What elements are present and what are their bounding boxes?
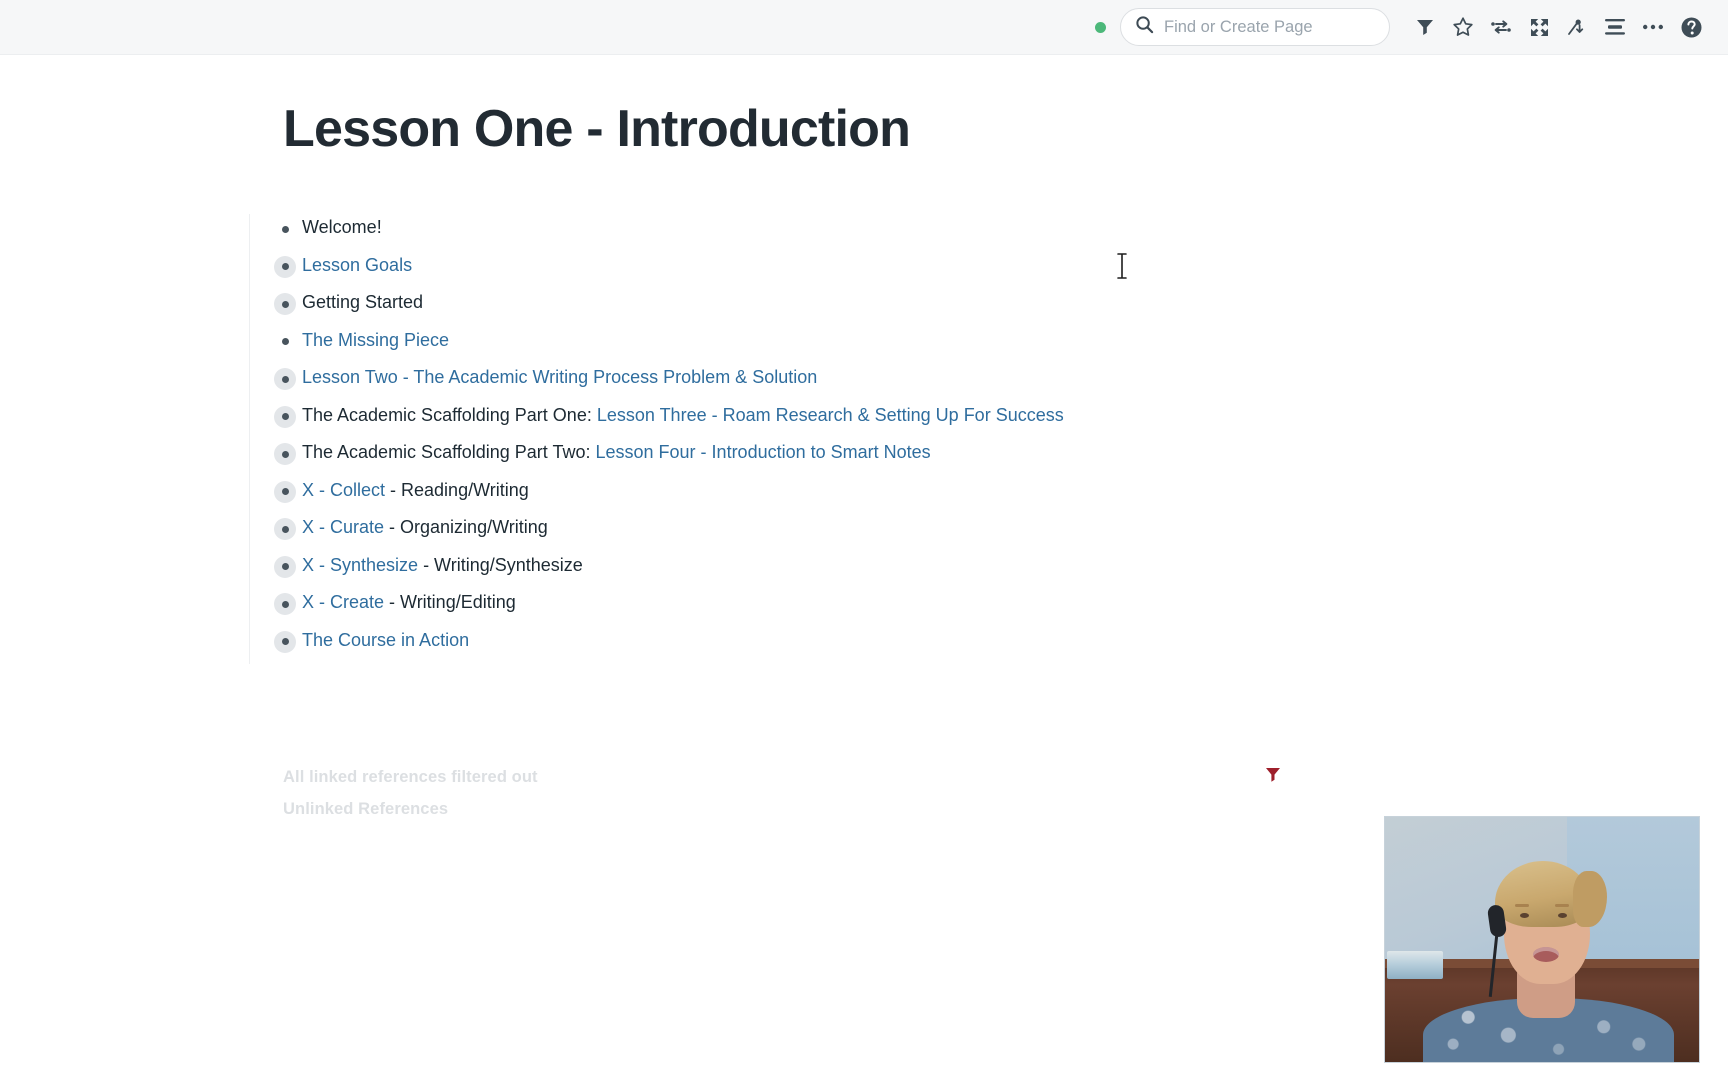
page-link[interactable]: The Course in Action — [302, 630, 469, 650]
webcam-person-mouth — [1532, 946, 1559, 962]
page-link[interactable]: X - Curate — [302, 517, 384, 537]
block-bullet-collapsed-icon[interactable] — [274, 630, 296, 653]
page-link[interactable]: X - Collect — [302, 480, 385, 500]
outline-block[interactable]: The Missing Piece — [250, 327, 1430, 365]
outline-block[interactable]: The Academic Scaffolding Part One: Lesso… — [250, 402, 1430, 440]
block-bullet-collapsed-icon[interactable] — [274, 293, 296, 315]
bullet-dot — [281, 563, 289, 570]
block-text-segment: Getting Started — [302, 292, 424, 312]
webcam-person-eyebrow-right — [1554, 903, 1569, 907]
linked-references-row: All linked references filtered out — [283, 761, 1283, 793]
bullet-dot — [281, 450, 289, 458]
references-section: All linked references filtered out Unlin… — [283, 761, 1283, 825]
block-text[interactable]: X - Curate - Organizing/Writing — [302, 514, 548, 540]
block-text[interactable]: Lesson Two - The Academic Writing Proces… — [302, 364, 817, 390]
outline-block[interactable]: The Course in Action — [250, 627, 1430, 665]
outline-block[interactable]: Getting Started — [250, 289, 1430, 327]
webcam-video-overlay[interactable] — [1384, 816, 1700, 1063]
page-link[interactable]: Lesson Goals — [302, 255, 412, 275]
block-text[interactable]: X - Synthesize - Writing/Synthesize — [302, 552, 583, 578]
block-text[interactable]: Welcome! — [302, 214, 382, 240]
page-link[interactable]: X - Synthesize — [302, 555, 418, 575]
top-toolbar — [0, 0, 1728, 55]
block-bullet-collapsed-icon[interactable] — [274, 593, 296, 615]
block-bullet-collapsed-icon[interactable] — [274, 480, 296, 503]
webcam-books — [1387, 950, 1443, 979]
block-text[interactable]: The Academic Scaffolding Part One: Lesso… — [302, 402, 1064, 428]
block-text[interactable]: Lesson Goals — [302, 252, 412, 278]
block-text[interactable]: The Course in Action — [302, 627, 469, 653]
page-link[interactable]: Lesson Three - Roam Research & Setting U… — [597, 405, 1064, 425]
page-title[interactable]: Lesson One - Introduction — [283, 100, 911, 160]
block-bullet-collapsed-icon[interactable] — [274, 555, 296, 578]
linked-references-label: All linked references filtered out — [283, 767, 538, 786]
filter-icon[interactable] — [1406, 8, 1444, 46]
outline-block[interactable]: The Academic Scaffolding Part Two: Lesso… — [250, 439, 1430, 477]
block-bullet-icon[interactable] — [274, 331, 296, 353]
outline-block[interactable]: Welcome! — [250, 214, 1430, 252]
block-text-segment: - Writing/Editing — [384, 592, 516, 612]
bullet-dot — [281, 338, 289, 345]
block-bullet-collapsed-icon[interactable] — [274, 518, 296, 540]
star-icon[interactable] — [1444, 8, 1482, 46]
block-list: Welcome! Lesson Goals Getting Started The M… — [249, 214, 1430, 664]
help-icon[interactable] — [1672, 8, 1710, 46]
block-text-segment: The Academic Scaffolding Part One: — [302, 404, 597, 425]
bullet-dot — [281, 300, 289, 308]
bullet-dot — [281, 225, 289, 233]
page-link[interactable]: Lesson Four - Introduction to Smart Note… — [596, 442, 931, 462]
outline-block[interactable]: X - Synthesize - Writing/Synthesize — [250, 552, 1430, 590]
text-cursor-icon — [1115, 253, 1129, 279]
block-text-segment: - Organizing/Writing — [384, 517, 548, 537]
unlinked-references-row[interactable]: Unlinked References — [283, 793, 1283, 825]
linked-references-filter-icon[interactable] — [1263, 765, 1283, 790]
connection-status-dot — [1095, 21, 1106, 33]
block-text[interactable]: Getting Started — [302, 289, 423, 315]
bullet-dot — [281, 488, 289, 495]
search-icon — [1135, 15, 1154, 39]
block-bullet-collapsed-icon[interactable] — [274, 368, 296, 390]
outline-block[interactable]: X - Create - Writing/Editing — [250, 589, 1430, 627]
outline-block[interactable]: X - Collect - Reading/Writing — [250, 477, 1430, 515]
block-text[interactable]: X - Collect - Reading/Writing — [302, 477, 529, 503]
bullet-dot — [281, 525, 289, 533]
toolbar-right-group — [1095, 8, 1710, 46]
bullet-dot — [281, 413, 289, 420]
shortcuts-icon[interactable] — [1482, 8, 1520, 46]
bullet-dot — [281, 375, 289, 383]
page-link[interactable]: Lesson Two - The Academic Writing Proces… — [302, 367, 817, 387]
block-bullet-collapsed-icon[interactable] — [274, 443, 296, 465]
graph-overview-icon[interactable] — [1558, 8, 1596, 46]
webcam-person-eye-right — [1557, 912, 1567, 918]
bullet-dot — [281, 600, 289, 608]
expand-icon[interactable] — [1520, 8, 1558, 46]
page-link[interactable]: The Missing Piece — [302, 330, 449, 350]
block-text-segment: - Reading/Writing — [385, 479, 529, 500]
block-bullet-icon[interactable] — [274, 218, 296, 240]
search-box[interactable] — [1120, 8, 1390, 46]
block-bullet-collapsed-icon[interactable] — [274, 405, 296, 428]
block-text-segment: The Academic Scaffolding Part Two: — [302, 442, 596, 462]
more-options-icon[interactable] — [1634, 8, 1672, 46]
search-input[interactable] — [1164, 17, 1375, 37]
bullet-dot — [281, 638, 289, 645]
block-text[interactable]: The Academic Scaffolding Part Two: Lesso… — [302, 439, 931, 465]
outline-block[interactable]: Lesson Goals — [250, 252, 1430, 290]
outline-block[interactable]: X - Curate - Organizing/Writing — [250, 514, 1430, 552]
outline-block[interactable]: Lesson Two - The Academic Writing Proces… — [250, 364, 1430, 402]
unlinked-references-label: Unlinked References — [283, 799, 449, 818]
page-link[interactable]: X - Create — [302, 592, 384, 612]
block-text[interactable]: The Missing Piece — [302, 327, 449, 353]
block-text[interactable]: X - Create - Writing/Editing — [302, 589, 516, 615]
block-bullet-collapsed-icon[interactable] — [274, 255, 296, 278]
webcam-person-eyebrow-left — [1515, 903, 1530, 907]
block-text-segment: - Writing/Synthesize — [418, 554, 583, 575]
bullet-dot — [281, 263, 289, 270]
block-text-segment: Welcome! — [302, 217, 382, 237]
webcam-person-eye-left — [1520, 912, 1530, 918]
sidebar-toggle-icon[interactable] — [1596, 8, 1634, 46]
